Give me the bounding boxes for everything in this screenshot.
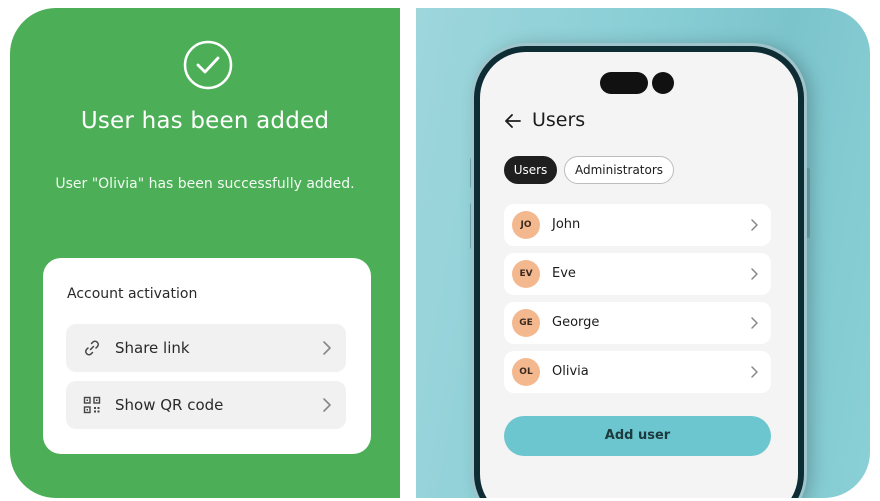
user-row-eve[interactable]: EV Eve xyxy=(504,253,771,295)
phone-side-button xyxy=(806,168,810,238)
user-name: George xyxy=(552,315,600,330)
phone-screen: Users Users Administrators JO John EV Ev… xyxy=(480,52,798,498)
share-link-button[interactable]: Share link xyxy=(66,324,346,372)
chevron-right-icon xyxy=(751,219,758,231)
tab-administrators[interactable]: Administrators xyxy=(564,156,674,184)
share-link-label: Share link xyxy=(115,339,190,357)
user-row-john[interactable]: JO John xyxy=(504,204,771,246)
link-icon xyxy=(85,340,99,356)
camera-dot xyxy=(652,72,674,94)
confirmation-title: User has been added xyxy=(80,108,330,134)
show-qr-code-label: Show QR code xyxy=(115,396,224,414)
page-title: Users xyxy=(532,109,586,131)
chevron-right-icon xyxy=(323,341,331,355)
avatar: JO xyxy=(512,211,540,239)
card-title: Account activation xyxy=(67,286,198,302)
chevron-right-icon xyxy=(751,366,758,378)
back-arrow-icon[interactable] xyxy=(504,112,522,130)
chevron-right-icon xyxy=(323,398,331,412)
chevron-right-icon xyxy=(751,317,758,329)
user-name: John xyxy=(552,217,581,232)
show-qr-code-button[interactable]: Show QR code xyxy=(66,381,346,429)
tab-users[interactable]: Users xyxy=(504,156,557,184)
qr-code-icon xyxy=(83,396,101,414)
confirmation-panel: User has been added User "Olivia" has be… xyxy=(10,8,400,498)
account-activation-card: Account activation Share link Show QR co… xyxy=(43,258,371,454)
phone-mockup-panel: Users Users Administrators JO John EV Ev… xyxy=(416,8,870,498)
user-name: Olivia xyxy=(552,364,589,379)
avatar: EV xyxy=(512,260,540,288)
avatar: GE xyxy=(512,309,540,337)
check-circle-icon xyxy=(183,40,233,90)
dynamic-island xyxy=(600,72,648,94)
user-row-olivia[interactable]: OL Olivia xyxy=(504,351,771,393)
user-name: Eve xyxy=(552,266,576,281)
confirmation-message: User "Olivia" has been successfully adde… xyxy=(55,176,355,192)
phone-frame: Users Users Administrators JO John EV Ev… xyxy=(474,46,804,498)
user-row-george[interactable]: GE George xyxy=(504,302,771,344)
avatar: OL xyxy=(512,358,540,386)
chevron-right-icon xyxy=(751,268,758,280)
add-user-button[interactable]: Add user xyxy=(504,416,771,456)
